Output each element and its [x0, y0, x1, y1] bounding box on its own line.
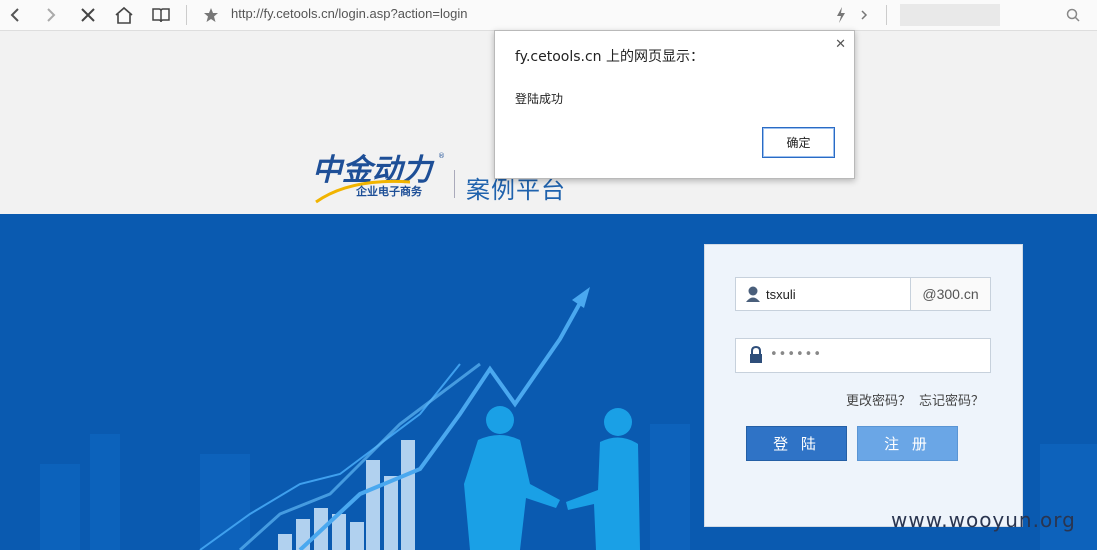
growth-bars [278, 440, 415, 550]
watermark: www.wooyun.org [891, 508, 1076, 532]
password-value[interactable]: •••••• [770, 347, 822, 362]
account-links: 更改密码？ 忘记密码？ [846, 390, 992, 409]
back-icon[interactable] [6, 2, 24, 28]
reading-book-icon[interactable] [150, 2, 172, 28]
register-button[interactable]: 注 册 [857, 426, 958, 461]
chevron-right-icon[interactable] [856, 2, 872, 28]
handshake-silhouette [464, 406, 640, 550]
brand-logo: 中金动力 ® 企业电子商务 [310, 150, 470, 206]
login-button[interactable]: 登 陆 [746, 426, 847, 461]
search-box-blurred[interactable] [900, 4, 1000, 26]
dialog-message: 登陆成功 [515, 92, 564, 106]
forward-icon[interactable] [42, 2, 60, 28]
domain-suffix: @300.cn [910, 277, 991, 311]
address-bar[interactable]: http://fy.cetools.cn/login.asp?action=lo… [231, 6, 467, 21]
lightning-icon[interactable] [832, 2, 850, 28]
svg-text:企业电子商务: 企业电子商务 [355, 184, 423, 198]
dialog-title: fy.cetools.cn 上的网页显示： [515, 49, 705, 65]
lock-icon [749, 345, 763, 368]
home-icon[interactable] [113, 2, 135, 28]
logo-divider [454, 170, 455, 198]
change-password-link[interactable]: 更改密码？ [846, 394, 911, 409]
ok-button[interactable]: 确定 [762, 127, 835, 158]
toolbar-separator [186, 5, 187, 25]
forgot-password-link[interactable]: 忘记密码？ [919, 394, 984, 409]
stop-icon[interactable] [78, 2, 98, 28]
browser-toolbar: http://fy.cetools.cn/login.asp?action=lo… [0, 0, 1097, 31]
svg-text:®: ® [438, 152, 445, 160]
close-icon[interactable]: ✕ [835, 37, 846, 52]
user-icon [745, 285, 761, 307]
username-value[interactable]: tsxuli [766, 287, 796, 302]
toolbar-separator [886, 5, 887, 25]
alert-dialog: fy.cetools.cn 上的网页显示： ✕ 登陆成功 确定 [494, 30, 855, 179]
search-icon[interactable] [1063, 2, 1083, 28]
favorite-star-icon[interactable] [202, 2, 220, 28]
